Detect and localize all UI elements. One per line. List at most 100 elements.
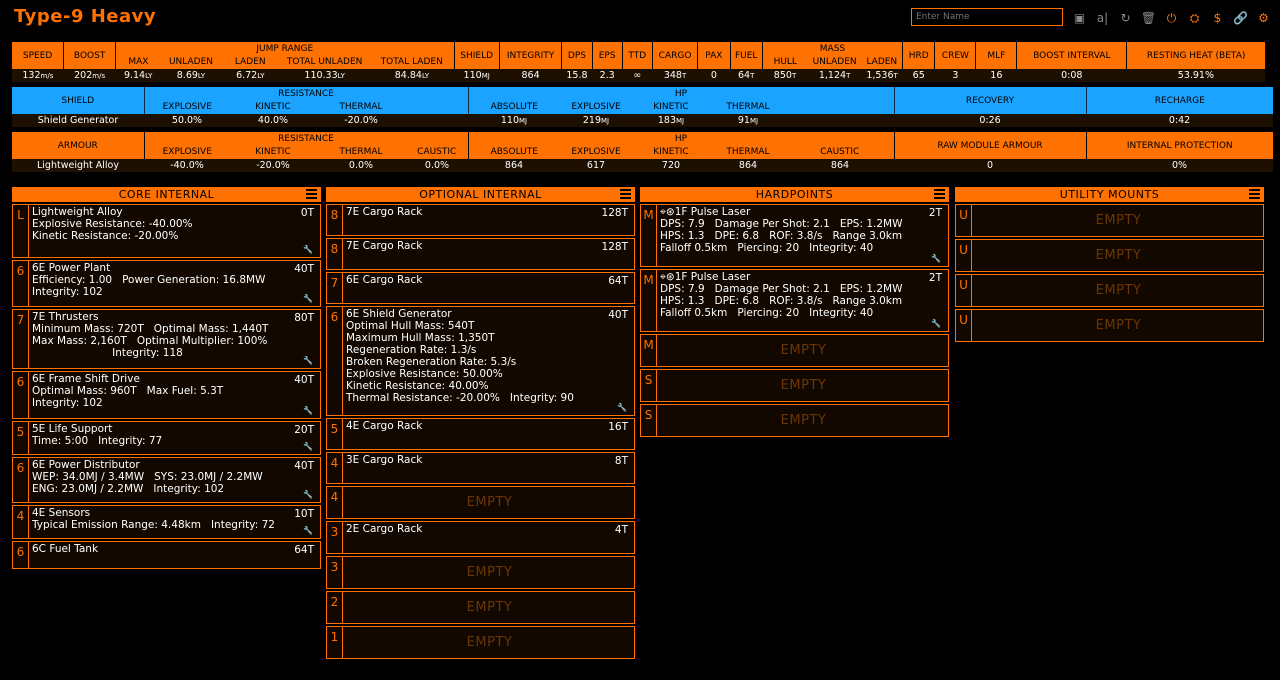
reload-icon[interactable]: ↻ — [1116, 10, 1135, 26]
jump-max-value: 9.14LY — [115, 69, 161, 82]
utility-panel-title: UTILITY MOUNTS — [1059, 188, 1160, 201]
settings-icon[interactable]: ⚙ — [1254, 10, 1273, 26]
slot-size: M — [641, 270, 657, 331]
utility-slot[interactable]: U EMPTY — [955, 204, 1264, 237]
wrench-icon[interactable]: 🔧 — [303, 245, 313, 254]
optional-slot[interactable]: 3 EMPTY — [326, 556, 635, 589]
module-name: 2E Cargo Rack — [346, 523, 630, 535]
module-name-text: 6C Fuel Tank — [32, 543, 99, 555]
module-mass: 2T — [928, 272, 942, 284]
optional-slot[interactable]: 5 4E Cargo Rack 16T — [326, 418, 635, 450]
optional-slot[interactable]: 8 7E Cargo Rack 128T — [326, 238, 635, 270]
ship-stats-table: SPEED BOOST JUMP RANGE SHIELD INTEGRITY … — [12, 42, 1265, 82]
slot-size: S — [641, 370, 657, 401]
internal-protection-header: INTERNAL PROTECTION — [1086, 132, 1273, 159]
mlf-header: MLF — [975, 42, 1018, 69]
wrench-icon[interactable]: 🔧 — [617, 403, 627, 412]
module-name-text: 2E Cargo Rack — [346, 523, 423, 535]
wrench-icon[interactable]: 🔧 — [303, 490, 313, 499]
armour-hp-absolute-header: ABSOLUTE — [468, 145, 560, 159]
optional-slot[interactable]: 1 EMPTY — [326, 626, 635, 659]
credits-icon[interactable]: $ — [1208, 10, 1227, 26]
shield-hp-header: HP — [468, 87, 895, 100]
hardpoints-slot[interactable]: M ⌖⊛1F Pulse Laser DPS: 7.9 Damage Per Sho… — [640, 204, 949, 267]
wrench-icon[interactable]: 🔧 — [303, 356, 313, 365]
module-stat-line: Integrity: 102 — [32, 397, 103, 409]
wrench-icon[interactable]: 🔧 — [931, 319, 941, 328]
armour-res-kinetic-value: -20.0% — [230, 159, 316, 172]
module-stat-line: Falloff 0.5km Piercing: 20 Integrity: 40 — [660, 307, 874, 319]
power-icon[interactable]: ⏻ — [1162, 10, 1181, 26]
hull-mass-value: 850T — [762, 69, 808, 82]
delete-icon[interactable]: 🗑 — [1139, 10, 1158, 26]
hardpoints-panel: HARDPOINTS M ⌖⊛1F Pulse Laser DPS: 7.9 Dama… — [640, 187, 949, 437]
module-stat-line: ENG: 23.0MJ / 2.2MW Integrity: 102 — [32, 483, 225, 495]
shield-hp-explosive-value: 219MJ — [560, 114, 632, 127]
core-slot[interactable]: 5 5E Life Support Time: 5:00 Integrity: 77… — [12, 421, 321, 455]
hardpoints-slot[interactable]: S EMPTY — [640, 404, 949, 437]
hardpoints-slot[interactable]: M ⌖⊛1F Pulse Laser DPS: 7.9 Damage Per Sho… — [640, 269, 949, 332]
mass-laden-header: LADEN — [861, 55, 904, 69]
utility-slot[interactable]: U EMPTY — [955, 274, 1264, 307]
link-icon[interactable]: 🔗 — [1231, 10, 1250, 26]
armour-hp-thermal-header: THERMAL — [710, 145, 786, 159]
optional-slot[interactable]: 8 7E Cargo Rack 128T — [326, 204, 635, 236]
module-stat-line: Typical Emission Range: 4.48km Integrity… — [32, 519, 275, 531]
optional-slot[interactable]: 3 2E Cargo Rack 4T — [326, 521, 635, 554]
slot-size: 2 — [327, 592, 343, 623]
save-icon[interactable]: ▣ — [1070, 10, 1089, 26]
optional-slot[interactable]: 6 6E Shield Generator Optimal Hull Mass: 5… — [326, 306, 635, 416]
module-name: 3E Cargo Rack — [346, 454, 630, 466]
optional-slot[interactable]: 4 EMPTY — [326, 486, 635, 519]
empty-slot-label: EMPTY — [1095, 248, 1142, 263]
core-slot[interactable]: 4 4E Sensors Typical Emission Range: 4.48k… — [12, 505, 321, 539]
core-panel-title: CORE INTERNAL — [118, 188, 215, 201]
module-mass: 40T — [294, 374, 314, 386]
core-slot[interactable]: 6 6E Frame Shift Drive Optimal Mass: 960T … — [12, 371, 321, 419]
optional-slot[interactable]: 2 EMPTY — [326, 591, 635, 624]
boost-interval-value: 0:08 — [1016, 69, 1127, 82]
jump-unladen-header: UNLADEN — [160, 55, 222, 69]
utility-slot[interactable]: U EMPTY — [955, 309, 1264, 342]
optional-slot[interactable]: 7 6E Cargo Rack 64T — [326, 272, 635, 304]
armour-hp-kinetic-header: KINETIC — [632, 145, 710, 159]
utility-slot[interactable]: U EMPTY — [955, 239, 1264, 272]
module-name-text: 6E Power Distributor — [32, 459, 140, 471]
fuel-value: 64T — [730, 69, 763, 82]
filter-sliders-icon[interactable] — [1249, 189, 1260, 199]
hardpoints-slot[interactable]: M EMPTY — [640, 334, 949, 367]
fuel-header: FUEL — [730, 42, 763, 69]
module-stat-line: WEP: 34.0MJ / 3.4MW SYS: 23.0MJ / 2.2MW — [32, 471, 263, 483]
build-name-input[interactable] — [911, 8, 1063, 26]
filter-sliders-icon[interactable] — [934, 189, 945, 199]
wrench-icon[interactable]: 🔧 — [303, 406, 313, 415]
module-name-text: 1F Pulse Laser — [674, 271, 751, 283]
wrench-icon[interactable]: 🔧 — [303, 294, 313, 303]
shield-res-thermal-header: THERMAL — [316, 100, 406, 114]
hardpoints-slot[interactable]: S EMPTY — [640, 369, 949, 402]
export-icon[interactable]: ⛭ — [1185, 10, 1204, 26]
module-stat-line: Thermal Resistance: -20.00% Integrity: 9… — [346, 392, 574, 404]
filter-sliders-icon[interactable] — [306, 189, 317, 199]
filter-sliders-icon[interactable] — [620, 189, 631, 199]
raw-module-armour-value: 0 — [894, 159, 1086, 172]
eps-value: 2.3 — [592, 69, 623, 82]
resting-heat-header: RESTING HEAT (BETA) — [1126, 42, 1265, 69]
core-slot[interactable]: 6 6C Fuel Tank 64T — [12, 541, 321, 569]
slot-size: 7 — [13, 310, 29, 368]
rename-icon[interactable]: a| — [1093, 10, 1112, 26]
wrench-icon[interactable]: 🔧 — [931, 254, 941, 263]
wrench-icon[interactable]: 🔧 — [303, 442, 313, 451]
shield-hp-absolute-value: 110MJ — [468, 114, 560, 127]
toolbar: ▣ a| ↻ 🗑 ⏻ ⛭ $ 🔗 ⚙ — [1070, 10, 1273, 26]
module-name-text: 4E Sensors — [32, 507, 91, 519]
module-name: 7E Cargo Rack — [346, 240, 630, 252]
utility-mounts-panel: UTILITY MOUNTS U EMPTY U EMPTY U EMPTY U EMPTY — [955, 187, 1264, 342]
core-slot[interactable]: 7 7E Thrusters Minimum Mass: 720T Optimal … — [12, 309, 321, 369]
core-slot[interactable]: L Lightweight Alloy Explosive Resistance: … — [12, 204, 321, 258]
wrench-icon[interactable]: 🔧 — [303, 526, 313, 535]
optional-slot[interactable]: 4 3E Cargo Rack 8T — [326, 452, 635, 484]
core-slot[interactable]: 6 6E Power Plant Efficiency: 1.00 Power Ge… — [12, 260, 321, 307]
core-slot[interactable]: 6 6E Power Distributor WEP: 34.0MJ / 3.4MW… — [12, 457, 321, 503]
module-stat-line: Maximum Hull Mass: 1,350T — [346, 332, 495, 344]
